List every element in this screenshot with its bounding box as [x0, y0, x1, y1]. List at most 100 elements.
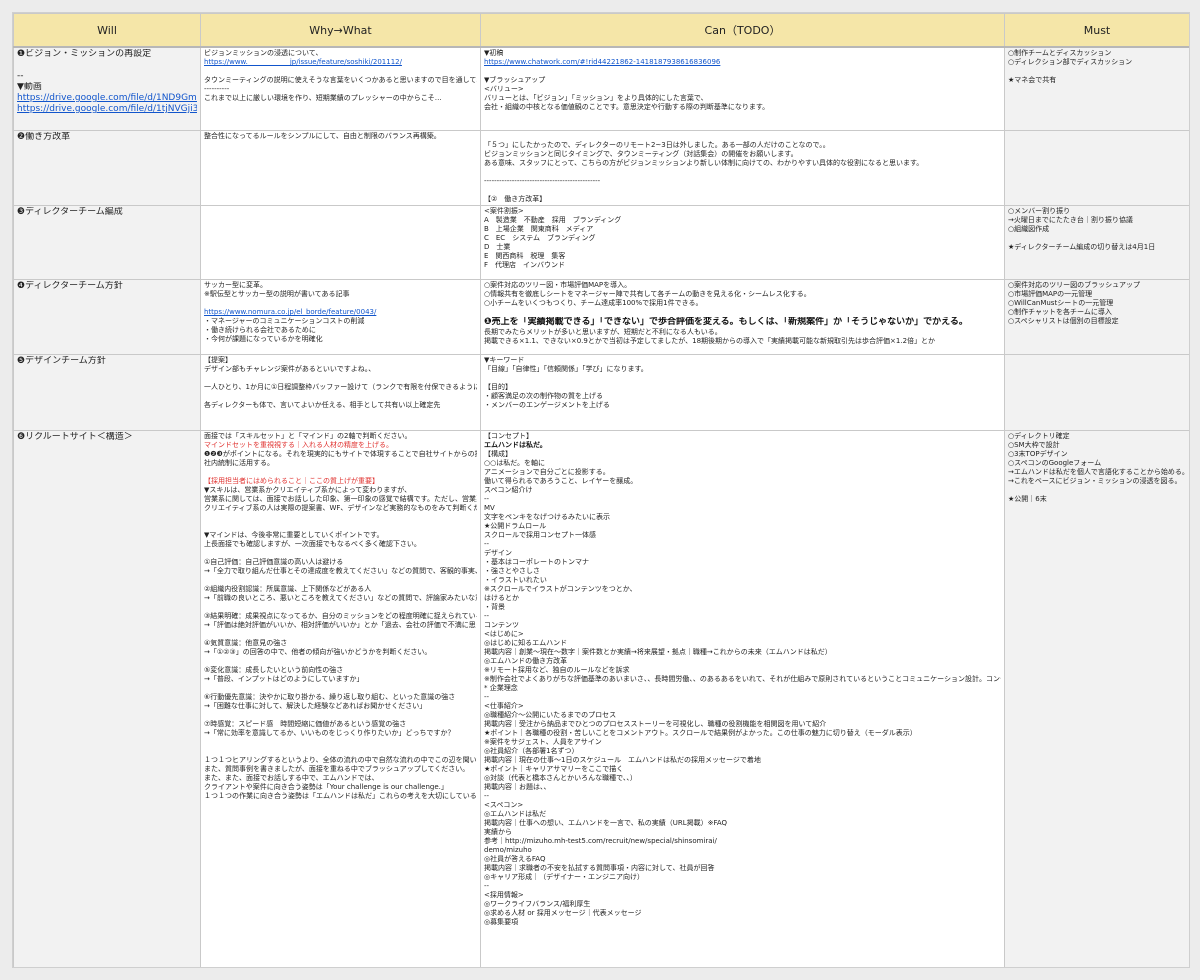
cell-content: ○メンバー割り振り →火曜日までにたたき台｜割り振り協議 ○組織図作成 ★ディレクター… — [1008, 207, 1186, 276]
cell-text-line — [1008, 486, 1186, 495]
cell-text-line: 【構成】 — [484, 450, 512, 458]
can-cell[interactable]: ▼キーワード 「目線」「自律性」「信頼関係」「学び」になります。 【目的】 ・顧客満足… — [480, 354, 1005, 431]
cell-text-line: 長期でみたらメリットが多いと思いますが、短期だと不利になる人もいる。 — [484, 328, 722, 336]
cell-text-line: ▼ブラッシュアップ — [484, 76, 546, 84]
cell-text-line — [17, 60, 197, 71]
will-cell[interactable]: ❺デザインチーム方針 — [13, 354, 201, 431]
cell-text-line: ◎はじめに知るエムハンド — [484, 639, 568, 647]
cell-text-line — [204, 738, 477, 747]
must-cell[interactable]: ○制作チームとディスカッション ○ディレクション部でディスカッション ★マネ会で共有 — [1004, 46, 1189, 131]
cell-text-line: 掲載内容｜創業〜現在〜数字｜案件数とか実績→将来展望・拠点｜職種→これからの未来… — [484, 648, 832, 656]
must-cell[interactable] — [1004, 130, 1189, 206]
header-will[interactable]: Will — [13, 13, 201, 48]
cell-text-line: <バリュー> — [484, 85, 524, 93]
cell-content: ○制作チームとディスカッション ○ディレクション部でディスカッション ★マネ会で共有 — [1008, 49, 1186, 127]
must-cell[interactable] — [1004, 354, 1189, 431]
cell-text-line: ◎エムハンドは私だ — [484, 810, 547, 818]
table-row: ❹ディレクターチーム方針 サッカー型に変革。 ※駅伝型とサッカー型の説明が書いてある… — [13, 279, 1189, 355]
cell-text-line: デザイン — [484, 549, 512, 557]
will-cell[interactable]: ❻リクルートサイト＜構造＞ — [13, 430, 201, 967]
can-cell[interactable]: ▼初稿 https://www.chatwork.com/#!rid4422186… — [480, 46, 1005, 131]
cell-content: サッカー型に変革。 ※駅伝型とサッカー型の説明が書いてある記事 https://ww… — [204, 281, 477, 351]
cell-text-line: 各ディレクターも体で、言いてよいか任える、相手として共有い以上確定先 — [204, 401, 441, 409]
cell-text-line: ※駅伝型とサッカー型の説明が書いてある記事 — [204, 290, 350, 298]
cell-text-line: -- — [484, 792, 490, 800]
table-row: ❺デザインチーム方針 【提案】 デザイン部もチャレンジ案件があるといいですよね。、一… — [13, 354, 1189, 431]
cell-text-line — [204, 67, 477, 76]
cell-text-line: 面接では「スキルセット」と「マインド」の2軸で判断ください。 — [204, 432, 412, 440]
must-cell[interactable]: ○ディレクトリ確定 ○SM大枠で設計 ○3末TOPデザイン ○スペコンのGoogleフ… — [1004, 430, 1189, 967]
cell-content — [1008, 132, 1186, 202]
cell-text-line: ⑥行動優先意識：決やかに取り掛かる、繰り返し取り組む、といった意識の強さ — [204, 693, 456, 701]
cell-text-line: デザイン部もチャレンジ案件があるといいですよね。、 — [204, 365, 376, 373]
cell-text-line: 【② 働き方改革】 — [484, 195, 547, 202]
will-cell[interactable]: ❶ビジョン・ミッションの再設定 -- ▼動画 https://drive.google… — [13, 46, 201, 131]
cell-text-line: １つ１つの作業に向き合う姿勢は「エムハンドは私だ」これらの考えを大切にしているこ… — [204, 792, 477, 800]
cell-content: 整合性になってるルールをシンプルにして、自由と制限のバランス再構築。 — [204, 132, 477, 202]
cell-content: ❸ディレクターチーム編成 — [17, 207, 197, 276]
cell-text-line: ◎職種紹介〜公開にいたるまでのプロセス — [484, 711, 617, 719]
cell-text-line: ○○は私だ。を軸に — [484, 459, 546, 467]
cell-text-line: ○制作チャットを各チームに導入 — [1008, 308, 1112, 316]
can-cell[interactable]: ○案件対応のツリー図・市場評価MAPを導入。 ○情報共有を徹底しシートをマネージャ… — [480, 279, 1005, 355]
header-must[interactable]: Must — [1004, 13, 1189, 48]
cell-text-line: A 製造業 不動産 採用 ブランディング — [484, 216, 622, 224]
can-cell[interactable]: <案件割振> A 製造業 不動産 採用 ブランディング B 上場企業 関東商科 メデ… — [480, 205, 1005, 280]
cell-link[interactable]: https://www.nomura.co.jp/el_borde/featur… — [204, 308, 477, 317]
cell-text-line: 社内統制に活用する。 — [204, 459, 274, 467]
will-can-must-table: Will Why→What Can（TODO） Must ❶ビジョン・ミッション… — [13, 13, 1189, 967]
will-cell[interactable]: ❸ディレクターチーム編成 — [13, 205, 201, 280]
can-cell[interactable]: 「５つ」にしたかったので、ディレクターのリモート2~3日は外しました。ある一部の… — [480, 130, 1005, 206]
cell-text-line: <案件割振> — [484, 207, 524, 215]
why-what-cell[interactable]: サッカー型に変革。 ※駅伝型とサッカー型の説明が書いてある記事 https://ww… — [200, 279, 481, 355]
why-what-cell[interactable]: 面接では「スキルセット」と「マインド」の2軸で判断ください。 マインドセットを重視… — [200, 430, 481, 967]
cell-text-line: 働いて得られるであろうこと、レイヤーを醸成。 — [484, 477, 638, 485]
cell-text-line: ○組織図作成 — [1008, 225, 1050, 233]
cell-content: ❹ディレクターチーム方針 — [17, 281, 197, 351]
cell-link[interactable]: https://drive.google.com/file/d/1tjNVGji… — [17, 104, 197, 115]
table-row: ❸ディレクターチーム編成 <案件割振> A 製造業 不動産 採用 ブランディング B … — [13, 205, 1189, 280]
cell-text-line: 「目線」「自律性」「信頼関係」「学び」になります。 — [484, 365, 648, 373]
spreadsheet[interactable]: Will Why→What Can（TODO） Must ❶ビジョン・ミッション… — [12, 12, 1190, 968]
header-why-what[interactable]: Why→What — [200, 13, 481, 48]
cell-text-line — [204, 711, 477, 720]
cell-text-line: 掲載内容｜受注から納品までひとつのプロセスストーリーを可視化し、職種の役割機能を… — [484, 720, 827, 728]
cell-text-line: ○スペコンのGoogleフォーム — [1008, 459, 1102, 467]
cell-link[interactable]: https://www.chatwork.com/#!rid44221862-1… — [484, 58, 1001, 67]
cell-text-line: ❶❷❸がポイントになる。それを現実的にもサイトで体現することで自社サイトからの採… — [204, 450, 477, 458]
cell-text-line: ◎ワークライフバランス/福利厚生 — [484, 900, 591, 908]
cell-text-line: ▼キーワード — [484, 356, 525, 364]
cell-text-line: ❷働き方改革 — [17, 132, 71, 142]
cell-content — [204, 207, 477, 276]
cell-text-line — [484, 168, 1001, 177]
cell-text-line: ○メンバー割り振り — [1008, 207, 1071, 215]
cell-link[interactable]: https://drive.google.com/file/d/1ND9Gmkw… — [17, 93, 197, 104]
can-cell[interactable]: 【コンセプト】 エムハンドは私だ。 【構成】 ○○は私だ。を軸に アニメーションで自分ご… — [480, 430, 1005, 967]
why-what-cell[interactable]: 【提案】 デザイン部もチャレンジ案件があるといいですよね。、 一人ひとり、1か月に①… — [200, 354, 481, 431]
cell-text-line: MV — [484, 504, 495, 512]
cell-text-line: はけるとか — [484, 594, 519, 602]
cell-text-line — [484, 186, 1001, 195]
cell-text-line — [204, 299, 477, 308]
cell-text-line: ----------------------------------------… — [484, 177, 601, 185]
must-cell[interactable]: ○案件対応のツリー図のブラッシュアップ ○市場評価MAPの一元管理 ○WillCan… — [1004, 279, 1189, 355]
cell-text-line: ①自己評価：自己評価意識の高い人は避ける — [204, 558, 344, 566]
cell-text-line — [204, 468, 477, 477]
must-cell[interactable]: ○メンバー割り振り →火曜日までにたたき台｜割り振り協議 ○組織図作成 ★ディレクター… — [1004, 205, 1189, 280]
cell-text-line: ▼初稿 — [484, 49, 504, 57]
cell-text-line: 【採用担当者にはめられること｜ここの質上げが重要】 — [204, 477, 379, 485]
header-can-todo[interactable]: Can（TODO） — [480, 13, 1005, 48]
cell-text-line: -- — [484, 693, 490, 701]
cell-text-line: また、また、面接でお話しする中で、エムハンドでは、 — [204, 774, 379, 782]
cell-content: <案件割振> A 製造業 不動産 採用 ブランディング B 上場企業 関東商科 メデ… — [484, 207, 1001, 276]
why-what-cell[interactable]: 整合性になってるルールをシンプルにして、自由と制限のバランス再構築。 — [200, 130, 481, 206]
why-what-cell[interactable]: ビジョンミッションの浸透について、 https://www. jp/issue/f… — [200, 46, 481, 131]
cell-text-line: 整合性になってるルールをシンプルにして、自由と制限のバランス再構築。 — [204, 132, 441, 140]
cell-text-line: 掲載内容｜仕事への想い、エムハンドを一言で、私の実績（URL掲載）※FAQ — [484, 819, 728, 827]
cell-text-line: クライアントや案件に向き合う姿勢は「Your challenge is our … — [204, 783, 448, 791]
why-what-cell[interactable] — [200, 205, 481, 280]
cell-link[interactable]: https://www. jp/issue/feature/soshiki/20… — [204, 58, 477, 67]
cell-text-line: ❶売上を「実績掲載できる」「できない」で歩合評価を変える。もしくは、「新規案件」… — [484, 317, 968, 327]
will-cell[interactable]: ❷働き方改革 — [13, 130, 201, 206]
will-cell[interactable]: ❹ディレクターチーム方針 — [13, 279, 201, 355]
